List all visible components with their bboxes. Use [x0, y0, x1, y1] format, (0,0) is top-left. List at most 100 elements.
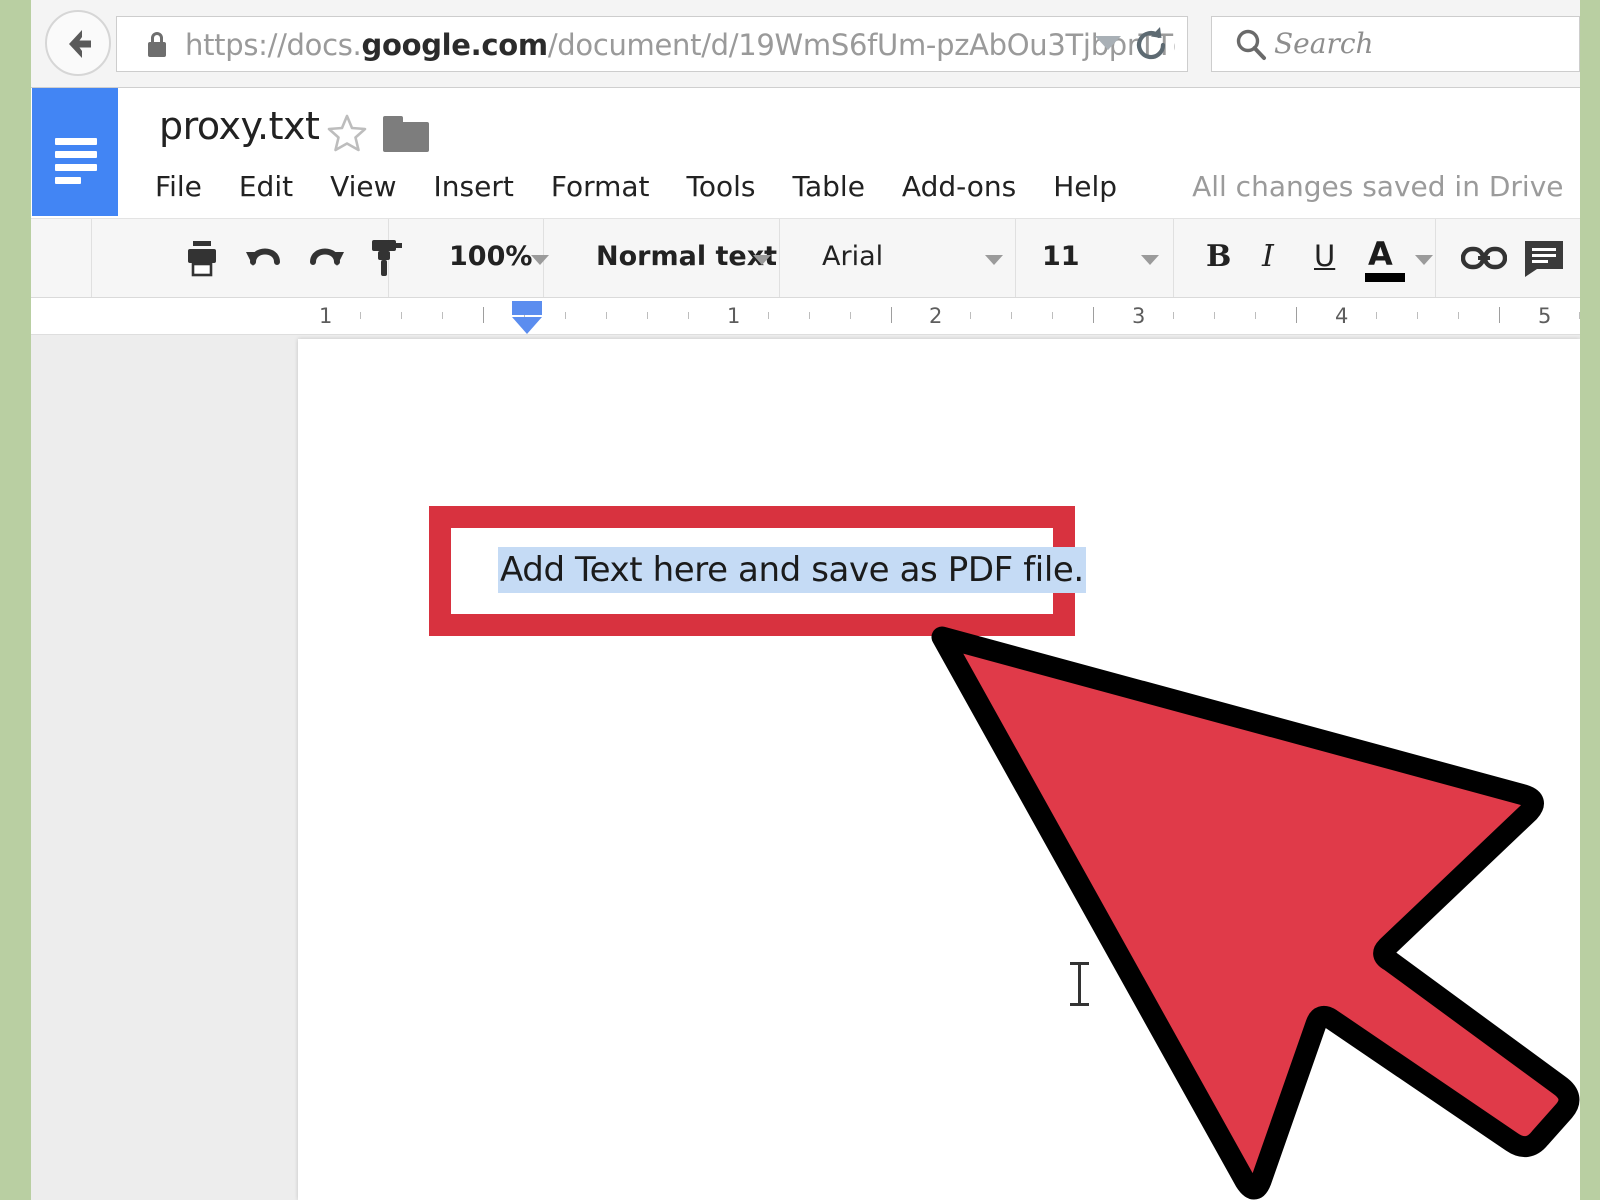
- ruler-tick-major: [1296, 307, 1297, 323]
- link-icon: [1461, 246, 1507, 270]
- menu-item-view[interactable]: View: [330, 170, 396, 203]
- ruler-tick: [1255, 312, 1256, 319]
- docs-icon-line: [55, 151, 97, 158]
- ruler-tick: [1579, 312, 1580, 319]
- docs-icon-line: [55, 164, 97, 171]
- zoom-dropdown-icon[interactable]: [531, 255, 549, 265]
- ruler-tick: [1214, 312, 1215, 319]
- folder-body: [383, 122, 429, 152]
- text-color-dropdown-icon[interactable]: [1415, 255, 1433, 265]
- ruler-tick: [606, 312, 607, 319]
- menu-item-help[interactable]: Help: [1053, 170, 1117, 203]
- google-docs-icon[interactable]: [32, 88, 118, 216]
- document-title[interactable]: proxy.txt: [159, 104, 320, 148]
- font-size-dropdown-icon[interactable]: [1141, 255, 1159, 265]
- google-docs-header: proxy.txt File Edit View Insert Format T…: [31, 88, 1580, 218]
- search-input-placeholder[interactable]: Search: [1274, 27, 1374, 61]
- back-button[interactable]: [45, 10, 111, 76]
- font-size-value[interactable]: 11: [1042, 241, 1080, 272]
- ruler-tick: [360, 312, 361, 319]
- folder-icon[interactable]: [383, 116, 429, 152]
- print-icon: [188, 241, 216, 277]
- font-family-value[interactable]: Arial: [822, 241, 883, 272]
- ruler-label: 2: [929, 304, 943, 328]
- paragraph-style-value[interactable]: Normal text: [596, 241, 777, 272]
- save-status-text: All changes saved in Drive: [1192, 169, 1564, 203]
- url-bar[interactable]: https://docs.google.com/document/d/19WmS…: [116, 16, 1188, 72]
- zoom-value[interactable]: 100%: [449, 241, 532, 272]
- i-beam-bottom: [1070, 1003, 1089, 1006]
- indent-marker-top: [512, 301, 542, 315]
- text-color-swatch: [1365, 273, 1405, 282]
- ruler-tick: [401, 312, 402, 319]
- insert-link-button[interactable]: [1459, 233, 1509, 283]
- text-color-button[interactable]: A: [1365, 235, 1407, 283]
- ruler-tick: [1458, 312, 1459, 319]
- ruler-tick: [565, 312, 566, 319]
- i-beam-icon: [1068, 962, 1090, 1006]
- menu-item-add-ons[interactable]: Add-ons: [902, 170, 1016, 203]
- ruler-tick: [1376, 312, 1377, 319]
- docs-icon-line: [55, 177, 81, 184]
- ruler-tick: [1011, 312, 1012, 319]
- ruler-tick: [1052, 312, 1053, 319]
- docs-icon-line: [55, 138, 97, 145]
- insert-comment-button[interactable]: [1519, 233, 1569, 283]
- text-color-letter: A: [1368, 235, 1393, 273]
- back-arrow-icon: [69, 30, 91, 58]
- indent-marker-bottom: [512, 317, 542, 334]
- ruler-tick: [809, 312, 810, 319]
- undo-icon: [246, 248, 280, 266]
- toolbar-divider: [1173, 219, 1174, 297]
- ruler-tick-major: [891, 307, 892, 323]
- ruler-label: 3: [1132, 304, 1146, 328]
- document-page[interactable]: [298, 339, 1580, 1200]
- ruler-tick: [647, 312, 648, 319]
- ruler-tick: [850, 312, 851, 319]
- underline-button[interactable]: U: [1314, 239, 1335, 273]
- menu-item-tools[interactable]: Tools: [687, 170, 756, 203]
- ruler-tick: [688, 312, 689, 319]
- ruler-label: 1: [727, 304, 741, 328]
- menu-item-file[interactable]: File: [155, 170, 202, 203]
- italic-button[interactable]: I: [1262, 239, 1274, 274]
- ruler-tick: [1173, 312, 1174, 319]
- ruler-tick-major: [483, 307, 484, 323]
- document-body-text[interactable]: Add Text here and save as PDF file.: [498, 547, 1086, 593]
- menu-item-table[interactable]: Table: [793, 170, 865, 203]
- i-beam-stem: [1078, 965, 1081, 1003]
- url-text: https://docs.google.com/document/d/19WmS…: [185, 28, 1175, 62]
- star-outline-icon[interactable]: [326, 112, 368, 154]
- menu-item-format[interactable]: Format: [551, 170, 650, 203]
- paragraph-style-dropdown-icon[interactable]: [753, 255, 771, 265]
- undo-button[interactable]: [239, 233, 289, 283]
- ruler-tick: [442, 312, 443, 319]
- search-box[interactable]: Search: [1211, 16, 1580, 72]
- ruler-tick: [768, 312, 769, 319]
- toolbar-divider: [1435, 219, 1436, 297]
- ruler-tick-major: [1093, 307, 1094, 323]
- ruler-label: 1: [319, 304, 333, 328]
- url-dropdown-icon[interactable]: [1095, 36, 1121, 50]
- menu-item-edit[interactable]: Edit: [239, 170, 293, 203]
- lock-icon: [148, 32, 166, 57]
- redo-icon: [310, 248, 344, 266]
- toolbar-divider: [779, 219, 780, 297]
- document-ruler[interactable]: 1 1 2 3 4 5: [31, 298, 1580, 335]
- redo-button[interactable]: [301, 233, 351, 283]
- search-icon: [1236, 29, 1266, 60]
- print-button[interactable]: [177, 233, 227, 283]
- menu-item-insert[interactable]: Insert: [434, 170, 514, 203]
- docs-menu-bar: File Edit View Insert Format Tools Table…: [155, 166, 1564, 206]
- document-canvas: [31, 335, 1580, 1200]
- reload-icon[interactable]: [1131, 25, 1171, 65]
- toolbar-divider: [91, 219, 92, 297]
- docs-toolbar: 100% Normal text Arial 11 B I U A: [31, 218, 1580, 298]
- paint-format-button[interactable]: [361, 233, 411, 283]
- font-family-dropdown-icon[interactable]: [985, 255, 1003, 265]
- outer-green-frame: https://docs.google.com/document/d/19WmS…: [0, 0, 1600, 1200]
- ruler-track[interactable]: 1 1 2 3 4 5: [296, 298, 1580, 334]
- ruler-tick-major: [1499, 307, 1500, 323]
- comment-icon: [1525, 241, 1563, 277]
- bold-button[interactable]: B: [1206, 239, 1231, 274]
